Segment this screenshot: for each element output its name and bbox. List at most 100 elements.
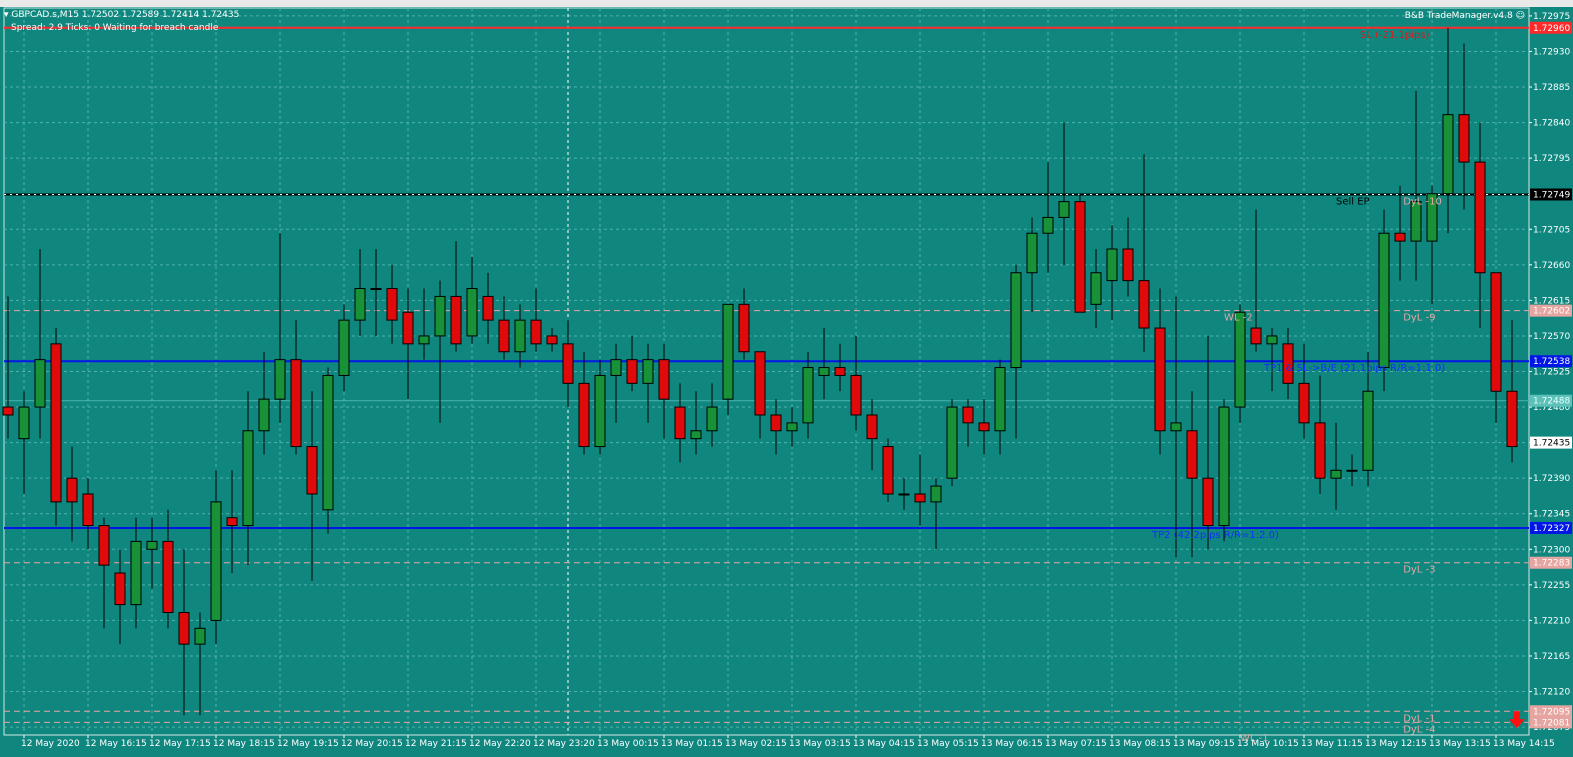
y-tick-label: 1.72165 — [1533, 652, 1570, 662]
y-tick-label: 1.72120 — [1533, 688, 1570, 698]
x-tick-label: 13 May 13:15 — [1429, 739, 1491, 749]
x-tick-label: 12 May 20:15 — [341, 739, 403, 749]
tradermanager-badge: B&B TradeManager.v4.8 ☺ — [1405, 11, 1525, 21]
bear-candle — [658, 359, 670, 400]
bear-candle — [626, 359, 638, 384]
bear-candle — [1314, 422, 1326, 479]
bear-candle — [770, 414, 782, 432]
bear-candle — [1186, 430, 1198, 479]
bull-candle — [1346, 469, 1358, 472]
level-label-dyl4: DyL -4 — [1403, 724, 1435, 735]
bear-candle — [1490, 272, 1502, 392]
price-tag-label-bid: 1.72435 — [1533, 439, 1570, 449]
y-tick-label: 1.72255 — [1533, 581, 1570, 591]
bull-candle — [946, 406, 958, 479]
bull-candle — [690, 430, 702, 440]
bear-candle — [1394, 232, 1406, 242]
bear-candle — [914, 493, 926, 503]
level-label-tp1: TP1 & SL->B/E (21.1pips R/R=1:1.0) — [1263, 363, 1445, 374]
bull-candle — [1362, 390, 1374, 471]
bear-candle — [850, 374, 862, 416]
price-chart[interactable]: SL (-21.1pips) Sell EP DyL -10 DyL -9 WL -2 T… — [0, 0, 1573, 757]
x-tick-label: 12 May 17:15 — [149, 739, 211, 749]
level-label-dyl3: DyL -3 — [1403, 565, 1435, 576]
bull-candle — [194, 627, 206, 645]
bull-candle — [322, 374, 334, 511]
y-tick-label: 1.72840 — [1533, 119, 1570, 129]
bear-candle — [962, 406, 974, 424]
bull-candle — [1090, 272, 1102, 305]
level-labels: SL (-21.1pips) Sell EP DyL -10 DyL -9 WL -2 T… — [1151, 30, 1445, 744]
bull-candle — [1442, 114, 1454, 195]
bull-candle — [722, 303, 734, 400]
bull-candle — [706, 406, 718, 432]
x-tick-label: 13 May 11:15 — [1301, 739, 1363, 749]
bull-candle — [610, 359, 622, 376]
bull-candle — [130, 540, 142, 606]
time-axis: 12 May 2020 12 May 16:15 12 May 17:15 12 Ma… — [21, 735, 1555, 749]
x-tick-label: 13 May 09:15 — [1173, 739, 1235, 749]
bull-candle — [1378, 232, 1390, 369]
signal-layer — [1508, 711, 1525, 729]
bear-candle — [1138, 280, 1150, 329]
bull-candle — [258, 398, 270, 432]
bear-candle — [82, 493, 94, 527]
bull-candle — [1266, 335, 1278, 345]
level-label-wl2: WL -2 — [1224, 313, 1253, 324]
status-line: Spread: 2.9 Ticks: 0 Waiting for breach … — [11, 23, 219, 33]
x-tick-label: 12 May 22:20 — [469, 739, 531, 749]
level-label-dyl10: DyL -10 — [1403, 196, 1442, 207]
bull-candle — [370, 288, 382, 291]
y-tick-label: 1.72210 — [1533, 616, 1570, 626]
bear-candle — [1506, 390, 1518, 448]
bull-candle — [594, 374, 606, 448]
x-tick-label: 12 May 19:15 — [277, 739, 339, 749]
x-tick-label: 13 May 10:15 — [1237, 739, 1299, 749]
x-tick-label: 13 May 06:15 — [981, 739, 1043, 749]
level-label-tp2: TP2 (42.2pips R/R=1:2.0) — [1151, 530, 1279, 541]
bull-candle — [1042, 216, 1054, 234]
bear-candle — [546, 335, 558, 345]
bull-candle — [274, 359, 286, 400]
bear-candle — [1458, 114, 1470, 163]
bear-candle — [1074, 201, 1086, 313]
bull-candle — [1026, 232, 1038, 274]
collapse-triangle-icon[interactable]: ▾ — [4, 10, 9, 20]
y-tick-label: 1.72975 — [1533, 12, 1570, 22]
bear-candle — [754, 351, 766, 416]
bear-candle — [578, 382, 590, 448]
bear-candle — [1474, 161, 1486, 274]
x-tick-label: 13 May 03:15 — [789, 739, 851, 749]
bear-candle — [306, 446, 318, 495]
bear-candle — [226, 517, 238, 527]
bull-candle — [34, 359, 46, 408]
bull-candle — [786, 422, 798, 432]
bear-candle — [386, 288, 398, 321]
bull-candle — [1058, 201, 1070, 218]
bear-candle — [178, 612, 190, 645]
price-tag-label-sl: 1.72960 — [1533, 24, 1570, 34]
chart-title: ▾ GBPCAD.s,M15 1.72502 1.72589 1.72414 1… — [4, 10, 239, 20]
price-tag-label-dyl9: 1.72602 — [1533, 307, 1570, 317]
price-tag-label-dyl3: 1.72283 — [1533, 559, 1570, 569]
bear-candle — [162, 540, 174, 614]
x-tick-label: 12 May 23:20 — [533, 739, 595, 749]
bear-candle — [114, 572, 126, 606]
bull-candle — [898, 493, 910, 496]
bear-candle — [66, 477, 78, 503]
bull-candle — [1170, 422, 1182, 432]
bear-candle — [866, 414, 878, 440]
bull-candle — [1218, 406, 1230, 527]
x-tick-label: 13 May 00:15 — [597, 739, 659, 749]
bull-candle — [802, 367, 814, 424]
y-tick-label: 1.72705 — [1533, 225, 1570, 235]
bull-candle — [1234, 311, 1246, 408]
bull-candle — [18, 406, 30, 440]
bear-candle — [2, 406, 14, 416]
x-tick-label: 13 May 02:15 — [725, 739, 787, 749]
bear-candle — [1154, 327, 1166, 432]
y-tick-label: 1.72660 — [1533, 261, 1570, 271]
y-tick-label: 1.72300 — [1533, 545, 1570, 555]
x-tick-label: 12 May 21:15 — [405, 739, 467, 749]
y-tick-label: 1.72795 — [1533, 154, 1570, 164]
